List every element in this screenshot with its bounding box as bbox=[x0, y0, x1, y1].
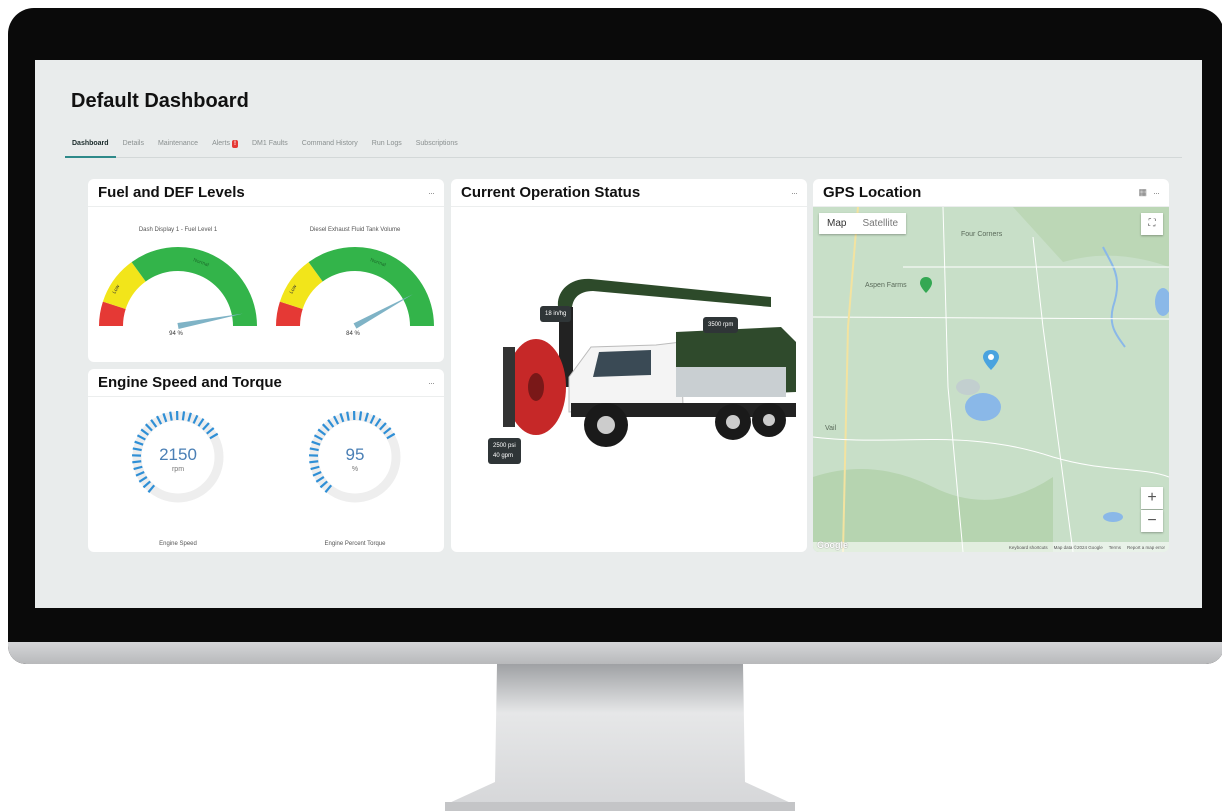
tab-alerts-label: Alerts bbox=[212, 139, 230, 147]
tab-details[interactable]: Details bbox=[116, 130, 151, 158]
operation-card-menu-icon[interactable]: ··· bbox=[791, 188, 798, 198]
stand-neck bbox=[447, 664, 793, 804]
terms-link[interactable]: Terms bbox=[1109, 545, 1121, 550]
fuel-gauge: Low Normal bbox=[99, 247, 257, 329]
engine-speed-value: 2150 bbox=[159, 445, 197, 464]
zoom-in-button[interactable]: + bbox=[1141, 487, 1163, 509]
map-lake-3 bbox=[1155, 288, 1169, 316]
truck-tank-chrome bbox=[676, 367, 786, 397]
map-type-map-button[interactable]: Map bbox=[819, 213, 854, 234]
engine-speed-unit: rpm bbox=[171, 466, 185, 473]
engine-torque-value: 95 bbox=[345, 445, 365, 464]
fullscreen-icon[interactable]: ⛶ bbox=[1141, 213, 1163, 235]
google-logo: Google bbox=[817, 540, 848, 550]
operation-card-header: Current Operation Status ··· bbox=[451, 179, 807, 207]
vacuum-truck-illustration bbox=[503, 278, 796, 447]
engine-card: Engine Speed and Torque ··· 2150 rpm 95 … bbox=[88, 369, 444, 552]
keyboard-shortcuts-link[interactable]: Keyboard shortcuts bbox=[1009, 545, 1048, 550]
tab-maintenance[interactable]: Maintenance bbox=[151, 130, 205, 158]
gps-location-card: GPS Location ▦ ··· Map Satellite ⛶ Four … bbox=[813, 179, 1169, 552]
map-footer: Keyboard shortcuts Map data ©2024 Google… bbox=[813, 542, 1169, 552]
map-lake-2 bbox=[956, 379, 980, 395]
map-lake-1 bbox=[965, 393, 1001, 421]
ring-tick bbox=[358, 411, 363, 421]
truck-front-hub bbox=[597, 416, 615, 434]
def-gauge-needle bbox=[353, 294, 413, 329]
tab-run-logs[interactable]: Run Logs bbox=[365, 130, 409, 158]
map-river bbox=[1102, 246, 1126, 348]
map-terrain-svg bbox=[813, 207, 1169, 552]
engine-torque-caption: Engine Percent Torque bbox=[324, 541, 386, 547]
map-data-attribution: Map data ©2024 Google bbox=[1053, 544, 1103, 550]
vehicle-pin-dot bbox=[988, 354, 994, 360]
place-vail: Vail bbox=[825, 425, 837, 432]
monitor-stand bbox=[445, 664, 795, 811]
operation-card-title: Current Operation Status bbox=[461, 184, 641, 201]
truck-hose-reel-hub bbox=[528, 373, 544, 401]
truck-rear-hub-1 bbox=[726, 415, 740, 429]
monitor-frame: Default Dashboard Dashboard Details Main… bbox=[8, 8, 1222, 664]
gps-card-header: GPS Location ▦ ··· bbox=[813, 179, 1169, 207]
def-gauge: Low Normal bbox=[276, 247, 434, 329]
tab-dashboard[interactable]: Dashboard bbox=[65, 130, 116, 158]
map-forest-1 bbox=[813, 469, 1053, 552]
operation-status-card: Current Operation Status ··· 18 in/hg 35… bbox=[451, 179, 807, 552]
tab-bar: Dashboard Details Maintenance Alerts! DM… bbox=[65, 130, 1182, 158]
gps-card-menu-icon[interactable]: ··· bbox=[1153, 188, 1160, 198]
fuel-gauge-value: 94 % bbox=[169, 331, 183, 337]
tab-subscriptions[interactable]: Subscriptions bbox=[409, 130, 465, 158]
stand-base bbox=[445, 802, 795, 811]
pressure-flow-callout: 2500 psi 40 gpm bbox=[488, 438, 521, 464]
place-aspen-farms: Aspen Farms bbox=[865, 282, 907, 289]
fuel-gauges-svg: Low Normal Low Normal bbox=[99, 247, 434, 329]
map-type-toggle: Map Satellite bbox=[819, 213, 907, 234]
tab-dm1-faults[interactable]: DM1 Faults bbox=[245, 130, 295, 158]
engine-speed-caption: Engine Speed bbox=[159, 541, 197, 547]
truck-boom-arm bbox=[557, 278, 771, 319]
gps-card-title: GPS Location bbox=[823, 184, 922, 201]
place-four-corners: Four Corners bbox=[961, 231, 1003, 238]
tab-alerts[interactable]: Alerts! bbox=[205, 130, 245, 158]
zoom-out-button[interactable]: − bbox=[1141, 510, 1163, 532]
page-title: Default Dashboard bbox=[71, 90, 249, 112]
pressure-callout-text: 2500 psi bbox=[493, 443, 516, 449]
aspen-farms-pin-icon[interactable] bbox=[920, 277, 932, 293]
truck-windshield bbox=[593, 350, 651, 377]
rpm-callout: 3500 rpm bbox=[703, 317, 739, 333]
map-road-1 bbox=[813, 316, 1169, 320]
monitor-chin bbox=[8, 642, 1222, 664]
calendar-icon[interactable]: ▦ bbox=[1138, 187, 1147, 198]
vacuum-callout: 18 in/hg bbox=[540, 306, 572, 322]
ring-tick bbox=[346, 411, 350, 421]
alerts-badge: ! bbox=[231, 139, 238, 148]
map-type-satellite-button[interactable]: Satellite bbox=[854, 213, 906, 234]
flow-callout-text: 40 gpm bbox=[493, 453, 514, 459]
ring-tick bbox=[181, 411, 186, 421]
truck-rear-hub-2 bbox=[763, 414, 775, 426]
def-gauge-value: 84 % bbox=[346, 331, 360, 337]
gps-map[interactable]: Map Satellite ⛶ Four Corners Aspen Farms… bbox=[813, 207, 1169, 552]
map-lake-4 bbox=[1103, 512, 1123, 522]
truck-front-frame bbox=[503, 347, 515, 427]
tab-command-history[interactable]: Command History bbox=[295, 130, 365, 158]
dashboard-screen: Default Dashboard Dashboard Details Main… bbox=[35, 60, 1202, 608]
report-error-link[interactable]: Report a map error bbox=[1127, 545, 1165, 550]
fuel-def-card: Fuel and DEF Levels ··· Dash Display 1 -… bbox=[88, 179, 444, 362]
engine-torque-unit: % bbox=[351, 466, 359, 473]
ring-tick bbox=[169, 411, 173, 421]
